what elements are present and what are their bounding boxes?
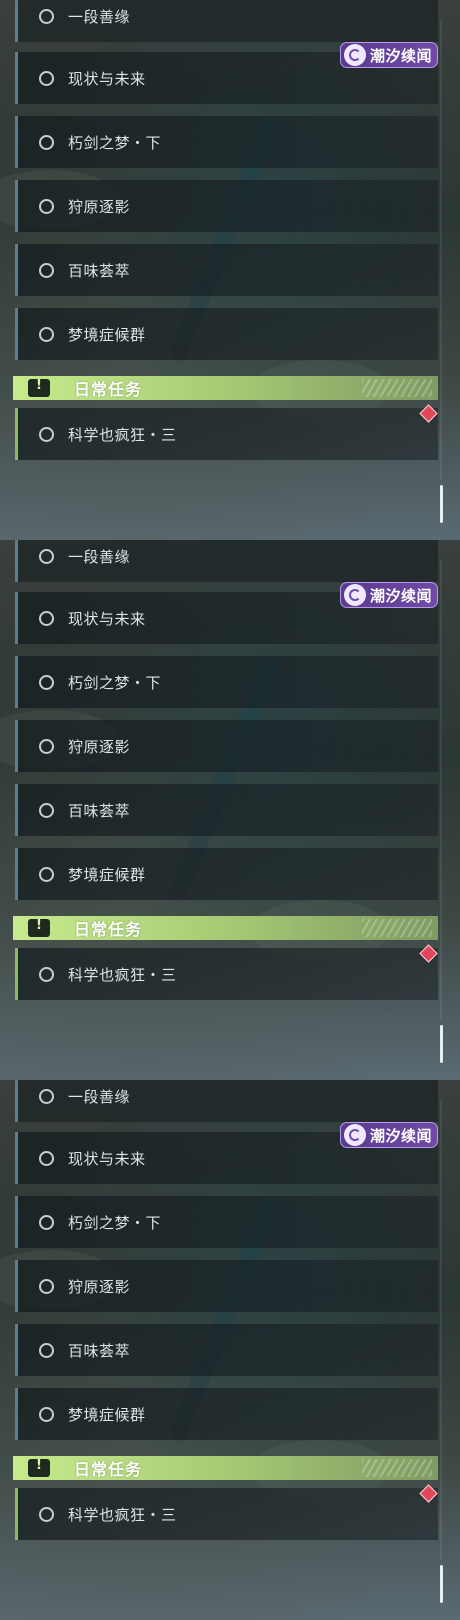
quest-label: 梦境症候群 [68,865,146,884]
quest-item-yiduan-shanyuan[interactable]: 一段善缘 [15,540,438,582]
quest-item-xiujian-zhimeng[interactable]: 朽剑之梦・下 [15,656,438,708]
quest-status-radio [39,1150,54,1166]
quest-status-radio [39,134,54,150]
scrollbar-track[interactable] [440,560,442,1020]
quest-item-xiujian-zhimeng[interactable]: 朽剑之梦・下 [15,116,438,168]
quest-label: 百味荟萃 [68,1341,131,1360]
scrollbar-thumb[interactable] [440,1025,443,1063]
quest-label: 一段善缘 [68,1087,131,1106]
quest-label: 梦境症候群 [68,1405,146,1424]
quest-label: 科学也疯狂・三 [68,425,177,444]
quest-status-radio [39,8,54,24]
daily-quest-header: 日常任务 [13,916,438,940]
tide-news-icon [344,584,366,606]
quest-list-panel: 一段善缘 现状与未来 朽剑之梦・下 狩原逐影 百味荟萃 梦境症候群 潮汐续闻 !… [0,0,460,540]
quest-item-shouyuan-zhuying[interactable]: 狩原逐影 [15,720,438,772]
quest-label: 梦境症候群 [68,325,146,344]
header-decoration [362,379,432,397]
tide-news-badge[interactable]: 潮汐续闻 [340,1122,438,1148]
quest-status-radio [39,738,54,754]
quest-label: 现状与未来 [68,69,146,88]
tide-news-icon [344,44,366,66]
quest-list-panel: 一段善缘 现状与未来 朽剑之梦・下 狩原逐影 百味荟萃 梦境症候群 潮汐续闻 !… [0,540,460,1080]
quest-status-radio [39,198,54,214]
quest-label: 朽剑之梦・下 [68,133,162,152]
daily-quest-title: 日常任务 [74,1460,143,1479]
tide-news-label: 潮汐续闻 [370,46,433,65]
tide-news-label: 潮汐续闻 [370,1126,433,1145]
daily-quest-title: 日常任务 [74,380,143,399]
quest-list-panel: 一段善缘 现状与未来 朽剑之梦・下 狩原逐影 百味荟萃 梦境症候群 潮汐续闻 !… [0,1080,460,1620]
quest-label: 朽剑之梦・下 [68,1213,162,1232]
quest-status-radio [39,326,54,342]
scrollbar-thumb[interactable] [440,1565,443,1603]
quest-item-mengjing-zhenghouqun[interactable]: 梦境症候群 [15,848,438,900]
header-decoration [362,1459,432,1477]
quest-status-radio [39,1342,54,1358]
quest-status-radio [39,426,54,442]
quest-label: 一段善缘 [68,547,131,566]
tide-news-icon [344,1124,366,1146]
daily-quest-header: 日常任务 [13,1456,438,1480]
quest-item-shouyuan-zhuying[interactable]: 狩原逐影 [15,1260,438,1312]
quest-status-radio [39,262,54,278]
quest-label: 科学也疯狂・三 [68,965,177,984]
exclamation-icon [28,1458,50,1477]
quest-label: 科学也疯狂・三 [68,1505,177,1524]
quest-label: 百味荟萃 [68,261,131,280]
quest-status-radio [39,1278,54,1294]
quest-label: 朽剑之梦・下 [68,673,162,692]
quest-status-radio [39,966,54,982]
quest-status-radio [39,548,54,564]
quest-label: 百味荟萃 [68,801,131,820]
quest-label: 一段善缘 [68,7,131,26]
scrollbar-track[interactable] [440,20,442,480]
daily-quest-header: 日常任务 [13,376,438,400]
quest-item-mengjing-zhenghouqun[interactable]: 梦境症候群 [15,1388,438,1440]
quest-item-yiduan-shanyuan[interactable]: 一段善缘 [15,0,438,42]
scrollbar-track[interactable] [440,1100,442,1560]
quest-status-radio [39,674,54,690]
quest-item-yiduan-shanyuan[interactable]: 一段善缘 [15,1080,438,1122]
daily-quest-item[interactable]: 科学也疯狂・三 [15,948,438,1000]
tide-news-badge[interactable]: 潮汐续闻 [340,42,438,68]
exclamation-icon [28,918,50,937]
quest-item-xiujian-zhimeng[interactable]: 朽剑之梦・下 [15,1196,438,1248]
daily-quest-item[interactable]: 科学也疯狂・三 [15,1488,438,1540]
header-decoration [362,919,432,937]
quest-status-radio [39,1506,54,1522]
quest-item-baiwei-huicui[interactable]: 百味荟萃 [15,1324,438,1376]
quest-status-radio [39,70,54,86]
exclamation-icon [28,378,50,397]
quest-status-radio [39,1088,54,1104]
quest-status-radio [39,1406,54,1422]
quest-label: 狩原逐影 [68,737,131,756]
quest-label: 狩原逐影 [68,1277,131,1296]
quest-item-baiwei-huicui[interactable]: 百味荟萃 [15,784,438,836]
quest-item-baiwei-huicui[interactable]: 百味荟萃 [15,244,438,296]
daily-quest-item[interactable]: 科学也疯狂・三 [15,408,438,460]
daily-quest-title: 日常任务 [74,920,143,939]
quest-item-mengjing-zhenghouqun[interactable]: 梦境症候群 [15,308,438,360]
quest-label: 现状与未来 [68,609,146,628]
quest-status-radio [39,1214,54,1230]
tide-news-badge[interactable]: 潮汐续闻 [340,582,438,608]
tide-news-label: 潮汐续闻 [370,586,433,605]
quest-status-radio [39,866,54,882]
scrollbar-thumb[interactable] [440,485,443,523]
quest-label: 现状与未来 [68,1149,146,1168]
quest-status-radio [39,610,54,626]
quest-label: 狩原逐影 [68,197,131,216]
quest-status-radio [39,802,54,818]
quest-item-shouyuan-zhuying[interactable]: 狩原逐影 [15,180,438,232]
